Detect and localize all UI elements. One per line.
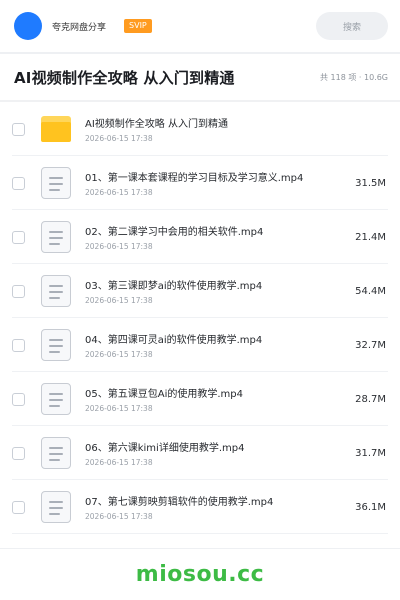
list-item[interactable]: 02、第二课学习中会用的相关软件.mp4 2026-06-15 17:38 21… bbox=[0, 210, 400, 264]
header: 夸克网盘分享 SVIP 搜索 bbox=[0, 0, 400, 52]
file-info: 03、第三课即梦ai的软件使用教学.mp4 2026-06-15 17:38 bbox=[85, 277, 347, 305]
file-date: 2026-06-15 17:38 bbox=[85, 458, 153, 467]
folder-icon bbox=[41, 116, 71, 142]
file-info: 04、第四课可灵ai的软件使用教学.mp4 2026-06-15 17:38 bbox=[85, 331, 347, 359]
file-name: 06、第六课kimi详细使用教学.mp4 bbox=[85, 443, 245, 454]
file-name: 01、第一课本套课程的学习目标及学习意义.mp4 bbox=[85, 173, 304, 184]
file-date: 2026-06-15 17:38 bbox=[85, 404, 153, 413]
row-checkbox[interactable] bbox=[12, 338, 25, 352]
document-icon bbox=[41, 167, 71, 199]
file-size: 54.4M bbox=[355, 285, 386, 297]
file-info: 01、第一课本套课程的学习目标及学习意义.mp4 2026-06-15 17:3… bbox=[85, 169, 347, 197]
file-list: AI视频制作全攻略 从入门到精通 2026-06-15 17:38 01、第一课… bbox=[0, 102, 400, 534]
file-date: 2026-06-15 17:38 bbox=[85, 134, 153, 143]
document-icon bbox=[41, 221, 71, 253]
row-checkbox[interactable] bbox=[12, 122, 25, 136]
file-name: 04、第四课可灵ai的软件使用教学.mp4 bbox=[85, 335, 263, 346]
document-icon bbox=[41, 329, 71, 361]
row-checkbox[interactable] bbox=[12, 230, 25, 244]
file-thumb bbox=[39, 328, 73, 362]
file-date: 2026-06-15 17:38 bbox=[85, 296, 153, 305]
file-name: 05、第五课豆包Ai的使用教学.mp4 bbox=[85, 389, 243, 400]
file-date: 2026-06-15 17:38 bbox=[85, 242, 153, 251]
file-thumb bbox=[39, 490, 73, 524]
file-thumb bbox=[39, 382, 73, 416]
brand-watermark: miosou.cc bbox=[135, 562, 265, 587]
file-info: 05、第五课豆包Ai的使用教学.mp4 2026-06-15 17:38 bbox=[85, 385, 347, 413]
title-bar: AI视频制作全攻略 从入门到精通 共 118 项 · 10.6G bbox=[0, 54, 400, 100]
file-size: 32.7M bbox=[355, 339, 386, 351]
search-button[interactable]: 搜索 bbox=[316, 12, 388, 40]
row-checkbox[interactable] bbox=[12, 392, 25, 406]
file-date: 2026-06-15 17:38 bbox=[85, 350, 153, 359]
file-thumb bbox=[39, 436, 73, 470]
file-info: AI视频制作全攻略 从入门到精通 2026-06-15 17:38 bbox=[85, 115, 378, 143]
page-title: AI视频制作全攻略 从入门到精通 bbox=[14, 68, 235, 87]
document-icon bbox=[41, 275, 71, 307]
file-info: 06、第六课kimi详细使用教学.mp4 2026-06-15 17:38 bbox=[85, 439, 347, 467]
document-icon bbox=[41, 383, 71, 415]
share-page: 夸克网盘分享 SVIP 搜索 AI视频制作全攻略 从入门到精通 共 118 项 … bbox=[0, 0, 400, 600]
row-checkbox[interactable] bbox=[12, 176, 25, 190]
list-item[interactable]: 03、第三课即梦ai的软件使用教学.mp4 2026-06-15 17:38 5… bbox=[0, 264, 400, 318]
file-date: 2026-06-15 17:38 bbox=[85, 188, 153, 197]
file-size: 28.7M bbox=[355, 393, 386, 405]
item-count-meta: 共 118 项 · 10.6G bbox=[320, 72, 388, 82]
file-name: 07、第七课剪映剪辑软件的使用教学.mp4 bbox=[85, 497, 274, 508]
file-size: 36.1M bbox=[355, 501, 386, 513]
list-item[interactable]: 04、第四课可灵ai的软件使用教学.mp4 2026-06-15 17:38 3… bbox=[0, 318, 400, 372]
file-date: 2026-06-15 17:38 bbox=[85, 512, 153, 521]
file-name: 03、第三课即梦ai的软件使用教学.mp4 bbox=[85, 281, 263, 292]
document-icon bbox=[41, 437, 71, 469]
file-name: 02、第二课学习中会用的相关软件.mp4 bbox=[85, 227, 264, 238]
file-thumb bbox=[39, 166, 73, 200]
file-size: 31.7M bbox=[355, 447, 386, 459]
file-info: 02、第二课学习中会用的相关软件.mp4 2026-06-15 17:38 bbox=[85, 223, 347, 251]
file-thumb bbox=[39, 220, 73, 254]
document-icon bbox=[41, 491, 71, 523]
file-info: 07、第七课剪映剪辑软件的使用教学.mp4 2026-06-15 17:38 bbox=[85, 493, 347, 521]
list-item[interactable]: 07、第七课剪映剪辑软件的使用教学.mp4 2026-06-15 17:38 3… bbox=[0, 480, 400, 534]
file-thumb bbox=[39, 274, 73, 308]
app-name: 夸克网盘分享 bbox=[52, 22, 107, 33]
file-size: 21.4M bbox=[355, 231, 386, 243]
row-checkbox[interactable] bbox=[12, 446, 25, 460]
row-checkbox[interactable] bbox=[12, 500, 25, 514]
file-size: 31.5M bbox=[355, 177, 386, 189]
row-checkbox[interactable] bbox=[12, 284, 25, 298]
footer: miosou.cc bbox=[0, 548, 400, 600]
svip-badge: SVIP bbox=[124, 19, 152, 33]
avatar[interactable] bbox=[14, 12, 42, 40]
list-item[interactable]: 05、第五课豆包Ai的使用教学.mp4 2026-06-15 17:38 28.… bbox=[0, 372, 400, 426]
file-name: AI视频制作全攻略 从入门到精通 bbox=[85, 119, 228, 130]
list-item[interactable]: 06、第六课kimi详细使用教学.mp4 2026-06-15 17:38 31… bbox=[0, 426, 400, 480]
folder-thumb bbox=[39, 112, 73, 146]
list-item[interactable]: 01、第一课本套课程的学习目标及学习意义.mp4 2026-06-15 17:3… bbox=[0, 156, 400, 210]
list-item-folder[interactable]: AI视频制作全攻略 从入门到精通 2026-06-15 17:38 bbox=[0, 102, 400, 156]
